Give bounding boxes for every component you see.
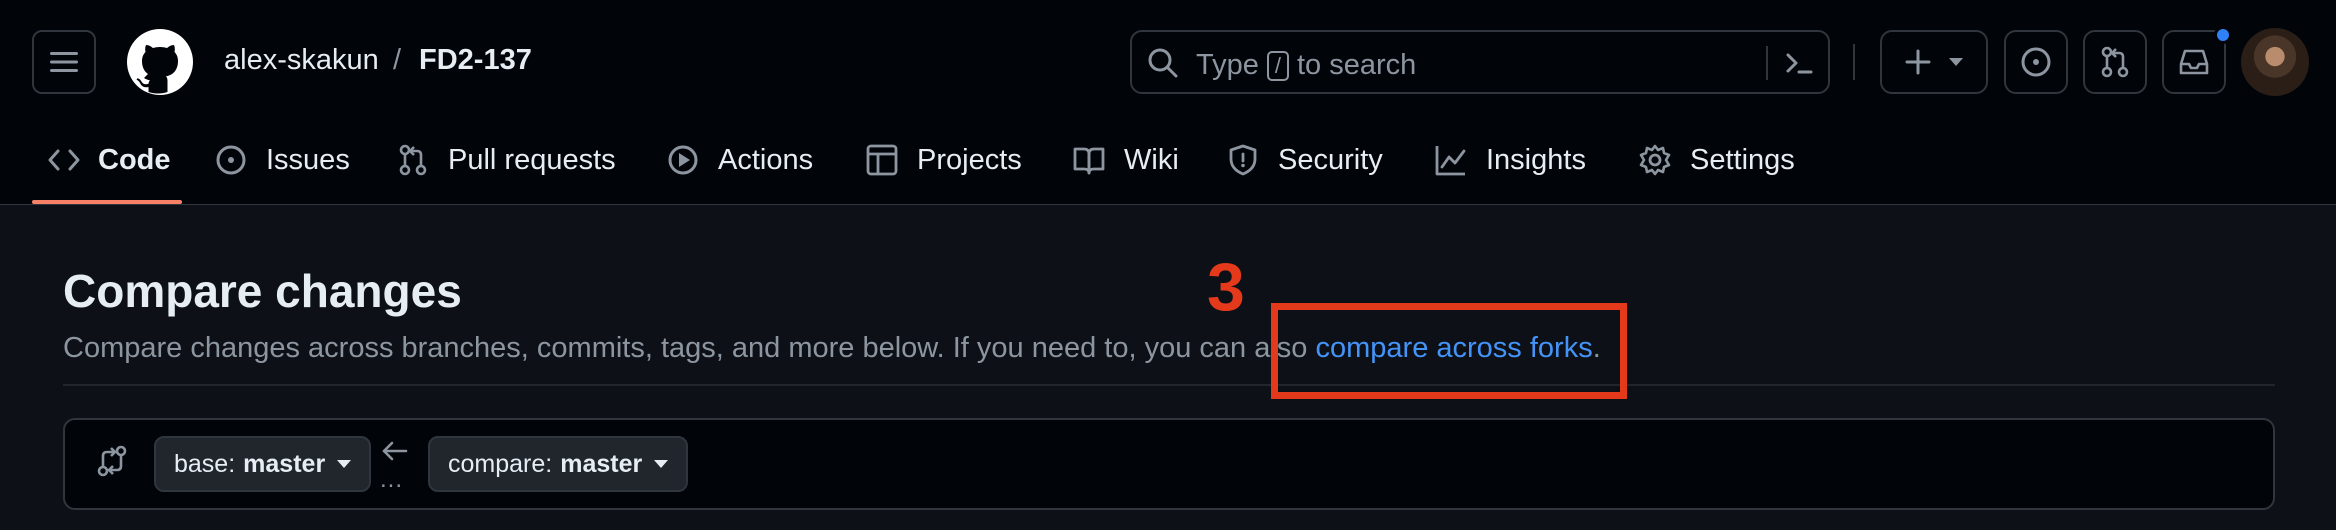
issue-icon — [216, 145, 246, 175]
tab-wiki[interactable]: Wiki — [1072, 135, 1179, 185]
tab-actions[interactable]: Actions — [666, 135, 813, 185]
inbox-icon — [2179, 49, 2209, 75]
issue-icon — [2021, 47, 2051, 77]
breadcrumb-separator: / — [393, 44, 402, 76]
search-placeholder-prefix: Type — [1196, 49, 1259, 81]
compare-icon — [97, 445, 127, 477]
chevron-down-icon — [337, 460, 352, 468]
tab-projects-label: Projects — [917, 143, 1022, 176]
tab-issues[interactable]: Issues — [214, 135, 350, 185]
tab-code-label: Code — [98, 143, 171, 176]
search-shortcut-key: / — [1266, 50, 1289, 81]
chevron-down-icon — [654, 460, 669, 468]
divider — [63, 384, 2275, 386]
base-branch-dropdown[interactable]: base: master — [154, 436, 372, 492]
tab-settings[interactable]: Settings — [1638, 135, 1795, 185]
repo-name-link[interactable]: FD2-137 — [419, 44, 532, 77]
tab-pull-requests[interactable]: Pull requests — [396, 135, 616, 185]
tab-actions-label: Actions — [718, 143, 814, 176]
search-input[interactable]: Type / to search — [1130, 30, 1830, 94]
base-value: master — [243, 449, 326, 478]
tab-wiki-label: Wiki — [1124, 143, 1179, 176]
repo-owner-link[interactable]: alex-skakun — [224, 44, 379, 77]
header-divider — [1853, 44, 1855, 80]
gear-icon — [1639, 144, 1671, 176]
avatar[interactable] — [2241, 28, 2309, 96]
plus-icon — [1905, 49, 1931, 75]
arrow-left-icon — [382, 441, 408, 461]
book-icon — [1073, 147, 1105, 175]
play-icon — [668, 145, 698, 175]
compare-label: compare: — [448, 449, 553, 478]
tab-security[interactable]: Security — [1226, 135, 1383, 185]
tab-settings-label: Settings — [1690, 143, 1795, 176]
annotation-highlight-box — [1271, 303, 1627, 399]
tab-projects[interactable]: Projects — [865, 135, 1022, 185]
command-palette-icon[interactable] — [1782, 46, 1816, 80]
table-icon — [866, 144, 898, 176]
search-divider — [1766, 46, 1768, 80]
app-header: alex-skakun / FD2-137 Type / to search C… — [0, 0, 2336, 205]
tab-security-label: Security — [1278, 143, 1383, 176]
page-title: Compare changes — [63, 265, 462, 317]
tab-pull-requests-label: Pull requests — [448, 143, 616, 176]
menu-button[interactable] — [32, 30, 96, 94]
create-new-button[interactable] — [1880, 30, 1988, 94]
pull-requests-button[interactable] — [2083, 30, 2147, 94]
code-icon — [48, 149, 80, 171]
pull-request-icon — [2101, 46, 2129, 78]
range-dots: ... — [380, 466, 404, 493]
github-logo-icon[interactable] — [126, 28, 194, 96]
tab-code[interactable]: Code — [48, 135, 171, 185]
search-placeholder-suffix: to search — [1297, 49, 1417, 81]
search-placeholder: Type / to search — [1196, 49, 1416, 82]
tab-issues-label: Issues — [266, 143, 350, 176]
graph-icon — [1435, 146, 1466, 176]
active-tab-indicator — [32, 200, 182, 204]
search-icon — [1148, 48, 1178, 78]
compare-range-panel — [63, 418, 2275, 510]
tab-insights-label: Insights — [1486, 143, 1586, 176]
notification-indicator — [2214, 26, 2232, 44]
subtitle-text: Compare changes across branches, commits… — [63, 332, 1308, 364]
tab-insights[interactable]: Insights — [1434, 135, 1586, 185]
compare-value: master — [560, 449, 643, 478]
annotation-step-number: 3 — [1207, 249, 1245, 325]
shield-icon — [1229, 144, 1257, 176]
issues-button[interactable] — [2004, 30, 2068, 94]
menu-icon — [50, 52, 78, 72]
base-label: base: — [174, 449, 236, 478]
compare-branch-dropdown[interactable]: compare: master — [428, 436, 689, 492]
chevron-down-icon — [1949, 58, 1963, 66]
pull-request-icon — [399, 144, 427, 176]
